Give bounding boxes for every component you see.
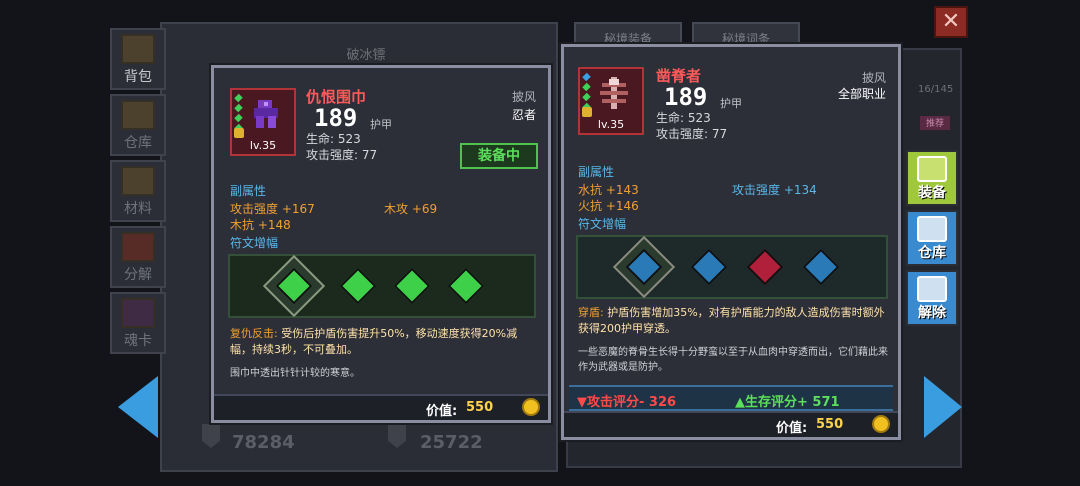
green-rune-gem-icon (393, 267, 431, 305)
effect-name: 穿盾: (578, 306, 604, 319)
sub-attribute: 木抗 +148 (230, 218, 291, 232)
lock-icon (582, 107, 592, 117)
rune-title: 符文增幅 (230, 236, 279, 250)
nav-item-materials[interactable]: 材料 (110, 160, 166, 222)
close-icon: ✕ (941, 9, 961, 34)
coin-icon (522, 398, 540, 416)
nav-label: 材料 (124, 201, 152, 217)
slot-type: 披风 (511, 90, 536, 104)
decompose-icon (121, 232, 155, 262)
red-rune-gem-icon (746, 248, 784, 286)
price-label: 价值: (426, 404, 458, 419)
rank-gem-icon (582, 82, 591, 92)
nav-item-decompose[interactable]: 分解 (110, 226, 166, 288)
sub-attribute: 攻击强度 +167 (230, 202, 315, 216)
equipped-badge: 装备中 (460, 143, 538, 169)
item-icon-frame: lv.35 (578, 67, 644, 135)
rune-bar (228, 254, 536, 318)
unlock-icon (917, 276, 947, 302)
item-card-compare: lv.35 凿脊者 189 护甲 生命: 523 攻击强度: 77 披风 全部职… (561, 44, 901, 440)
sub-attribute: 木攻 +69 (384, 202, 438, 216)
special-effect: 穿盾: 护盾伤害增加35%，对有护盾能力的敌人造成伤害时额外获得200护甲穿透。 (578, 305, 890, 337)
price-bar: 价值: 550 (214, 394, 548, 420)
sub-attributes-title: 副属性 (230, 184, 267, 198)
rune-bar (576, 235, 888, 299)
class-requirement: 全部职业 (837, 87, 886, 101)
scarf-sprite-icon (254, 100, 278, 128)
rank-gem-icon (582, 92, 591, 102)
attack-stat: 攻击强度: 77 (656, 127, 728, 141)
nav-label: 背包 (124, 69, 152, 85)
background-stat-right: 25722 (420, 432, 483, 453)
item-level: lv.35 (249, 139, 277, 152)
armor-label: 护甲 (720, 97, 742, 110)
price-value: 550 (816, 417, 844, 432)
score-compare-bar: ▼攻击评分- 326 ▲生存评分+ 571 (569, 385, 893, 411)
nav-item-soul-card[interactable]: 魂卡 (110, 292, 166, 354)
nav-label: 魂卡 (124, 333, 152, 349)
background-frame-title: 破冰镖 (346, 48, 386, 63)
sub-attribute: 火抗 +146 (578, 199, 639, 213)
price-value: 550 (466, 400, 494, 415)
armor-label: 护甲 (370, 118, 392, 131)
background-stat-left: 78284 (232, 432, 295, 453)
flavor-text: 围巾中透出针针计较的寒意。 (230, 368, 360, 379)
rank-gem-icon (582, 72, 591, 82)
survival-score-delta: ▲生存评分+ 571 (735, 395, 840, 410)
sub-attribute: 攻击强度 +134 (732, 183, 817, 197)
rank-gem-icon (234, 93, 243, 103)
price-label: 价值: (776, 421, 808, 436)
warehouse-icon (917, 216, 947, 242)
warehouse-icon (121, 100, 155, 130)
sub-attribute: 水抗 +143 (578, 183, 639, 197)
class-requirement: 忍者 (511, 108, 536, 122)
green-rune-gem-icon (447, 267, 485, 305)
armor-value: 189 (314, 104, 358, 132)
nav-label: 仓库 (124, 135, 152, 151)
prev-arrow-button[interactable] (118, 376, 158, 438)
item-level: lv.35 (597, 118, 625, 131)
unlock-button-label: 解除 (918, 305, 946, 321)
shirt-icon (917, 156, 947, 182)
nav-item-warehouse[interactable]: 仓库 (110, 94, 166, 156)
close-button[interactable]: ✕ (934, 6, 968, 38)
effect-text: 护盾伤害增加35%，对有护盾能力的敌人造成伤害时额外获得200护甲穿透。 (578, 306, 885, 335)
materials-icon (121, 166, 155, 196)
nav-label: 分解 (124, 267, 152, 283)
blue-rune-gem-icon (690, 248, 728, 286)
equip-button[interactable]: 装备 (906, 150, 958, 206)
hp-stat: 生命: 523 (306, 132, 361, 146)
backpack-icon (121, 34, 155, 64)
spine-sprite-icon (600, 77, 628, 109)
item-icon-frame: lv.35 (230, 88, 296, 156)
rank-gem-icon (234, 113, 243, 123)
hp-stat: 生命: 523 (656, 111, 711, 125)
lock-icon (234, 128, 244, 138)
nav-item-backpack[interactable]: 背包 (110, 28, 166, 90)
flavor-text: 一些恶魔的脊骨生长得十分野蛮以至于从血肉中穿透而出，它们藉此来作为武器或是防护。 (578, 347, 888, 373)
special-effect: 复仇反击: 受伤后护盾伤害提升50%，移动速度获得20%减幅，持续3秒，不可叠加… (230, 326, 536, 358)
effect-name: 复仇反击: (230, 327, 278, 340)
green-rune-gem-icon (339, 267, 377, 305)
attack-stat: 攻击强度: 77 (306, 148, 378, 162)
blue-rune-gem-icon (802, 248, 840, 286)
warehouse-button[interactable]: 仓库 (906, 210, 958, 266)
item-card-equipped: lv.35 仇恨围巾 189 护甲 生命: 523 攻击强度: 77 披风 忍者… (211, 65, 551, 423)
rune-title: 符文增幅 (578, 217, 627, 231)
armor-value: 189 (664, 83, 708, 111)
rank-gem-icon (234, 103, 243, 113)
coin-icon (872, 415, 890, 433)
recommend-tag: 推荐 (920, 116, 950, 130)
inventory-count: 16/145 (918, 84, 954, 95)
warehouse-button-label: 仓库 (918, 245, 946, 261)
unlock-button[interactable]: 解除 (906, 270, 958, 326)
price-bar: 价值: 550 (564, 411, 898, 437)
slot-type: 披风 (861, 71, 886, 85)
equip-button-label: 装备 (918, 185, 946, 201)
soul-card-icon (121, 298, 155, 328)
sub-attributes-title: 副属性 (578, 165, 615, 179)
attack-score-delta: ▼攻击评分- 326 (577, 395, 677, 410)
